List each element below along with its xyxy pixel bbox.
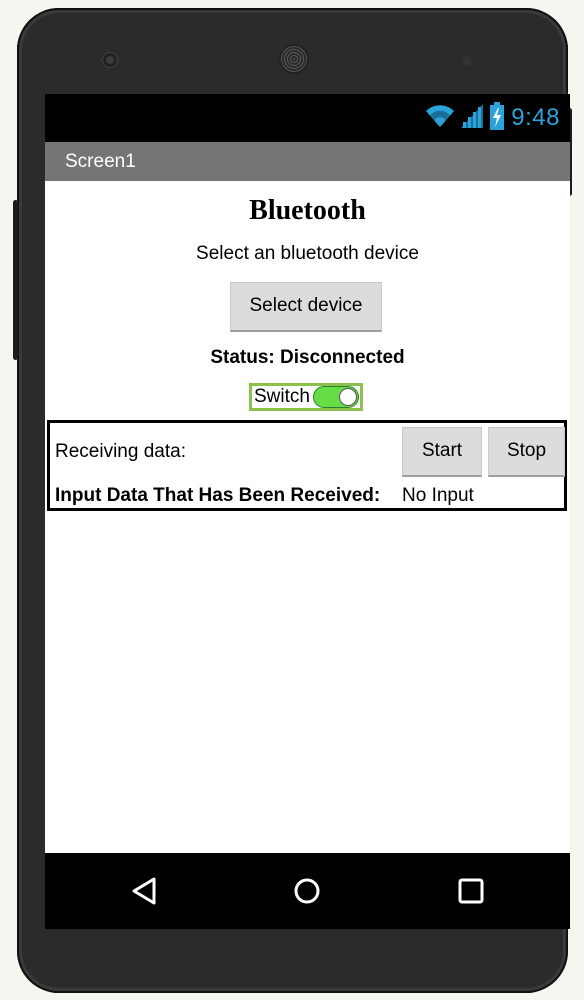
receiving-data-label: Receiving data: (55, 441, 186, 462)
front-camera (103, 53, 117, 67)
screen: 9:48 Screen1 Bluetooth Select an bluetoo… (45, 94, 570, 929)
status-clock: 9:48 (511, 104, 560, 131)
recents-icon[interactable] (451, 871, 491, 911)
navigation-bar (45, 853, 570, 929)
data-panel: Receiving data: Start Stop Input Data Th… (47, 420, 567, 511)
toggle-knob (338, 388, 357, 406)
subtitle-label: Select an bluetooth device (196, 243, 419, 264)
app-content: Bluetooth Select an bluetooth device Sel… (45, 181, 570, 853)
switch-label: Switch (254, 386, 310, 407)
phone-frame: 9:48 Screen1 Bluetooth Select an bluetoo… (13, 8, 572, 993)
stop-button[interactable]: Stop (488, 427, 565, 477)
start-button[interactable]: Start (402, 427, 482, 477)
status-icons: 9:48 (425, 101, 560, 135)
toggle-switch[interactable] (312, 386, 359, 408)
input-data-label: Input Data That Has Been Received: (55, 485, 381, 506)
wifi-icon (425, 103, 455, 134)
proximity-sensor (462, 56, 472, 66)
home-icon[interactable] (287, 871, 327, 911)
status-bar: 9:48 (45, 94, 570, 142)
back-icon[interactable] (124, 871, 164, 911)
phone-side-button (13, 200, 18, 360)
battery-icon (489, 101, 505, 135)
connection-status-label: Status: Disconnected (210, 347, 405, 368)
earpiece-speaker (281, 46, 307, 72)
screen-title: Screen1 (65, 151, 136, 172)
signal-icon (461, 103, 484, 133)
page-title: Bluetooth (249, 195, 366, 226)
select-device-button[interactable]: Select device (230, 282, 382, 332)
switch-control[interactable]: Switch (249, 383, 363, 411)
input-data-value: No Input (402, 485, 474, 506)
app-title-bar: Screen1 (45, 142, 570, 181)
